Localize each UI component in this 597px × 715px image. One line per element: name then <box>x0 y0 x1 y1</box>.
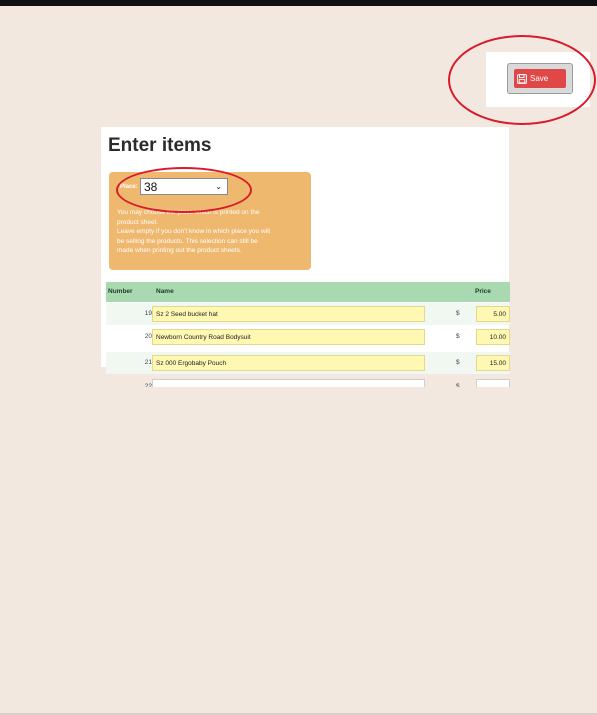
help-line: Leave empty if you don't know in which p… <box>117 228 270 236</box>
place-notice: Place: 38 ⌄ You may choose the place whi… <box>109 172 311 270</box>
row-number: 21 <box>144 359 152 366</box>
item-price-input[interactable]: 10.00 <box>476 329 510 345</box>
row-number: 19 <box>144 310 152 317</box>
row-number: 22 <box>144 383 152 387</box>
table-row: 22 $ <box>106 376 510 387</box>
table-row: 20 Newborn Country Road Bodysuit $ 10.00 <box>106 326 510 348</box>
item-price-input[interactable]: 15.00 <box>476 355 510 371</box>
table-row: 21 Sz 000 Ergobaby Pouch $ 15.00 <box>106 352 510 374</box>
item-name-input[interactable] <box>152 379 425 387</box>
item-price-input[interactable] <box>476 379 510 387</box>
enter-items-card: Enter items Place: 38 ⌄ You may choose t… <box>101 127 510 387</box>
help-line: product sheet. <box>117 218 159 226</box>
currency-symbol: $ <box>456 333 460 340</box>
place-select[interactable]: 38 ⌄ <box>140 178 228 195</box>
column-header-number: Number <box>108 288 133 295</box>
place-help-text: You may choose the place which is printe… <box>117 208 309 256</box>
items-table-header: Number Name Price <box>106 282 510 302</box>
save-button-frame[interactable]: Save <box>507 63 573 94</box>
chevron-down-icon: ⌄ <box>215 182 222 191</box>
place-selected-value: 38 <box>144 179 158 194</box>
top-bar <box>0 0 597 6</box>
save-button-label: Save <box>530 74 549 83</box>
item-name-input[interactable]: Sz 000 Ergobaby Pouch <box>152 355 425 371</box>
currency-symbol: $ <box>456 359 460 366</box>
item-price-input[interactable]: 5.00 <box>476 306 510 322</box>
column-header-price: Price <box>475 288 491 295</box>
place-label: Place: <box>120 184 138 190</box>
help-line: be selling the products. This selection … <box>117 237 258 245</box>
currency-symbol: $ <box>456 310 460 317</box>
save-button[interactable]: Save <box>514 69 566 88</box>
page-title: Enter items <box>108 135 212 156</box>
currency-symbol: $ <box>456 383 460 387</box>
help-line: made when printing out the product sheet… <box>117 247 242 255</box>
column-header-name: Name <box>156 288 174 295</box>
row-number: 20 <box>144 333 152 340</box>
floppy-disk-icon <box>517 73 527 84</box>
table-row: 19 Sz 2 Seed bucket hat $ 5.00 <box>106 303 510 325</box>
item-name-input[interactable]: Newborn Country Road Bodysuit <box>152 329 425 345</box>
item-name-input[interactable]: Sz 2 Seed bucket hat <box>152 306 425 322</box>
help-line: You may choose the place which is printe… <box>117 209 260 216</box>
